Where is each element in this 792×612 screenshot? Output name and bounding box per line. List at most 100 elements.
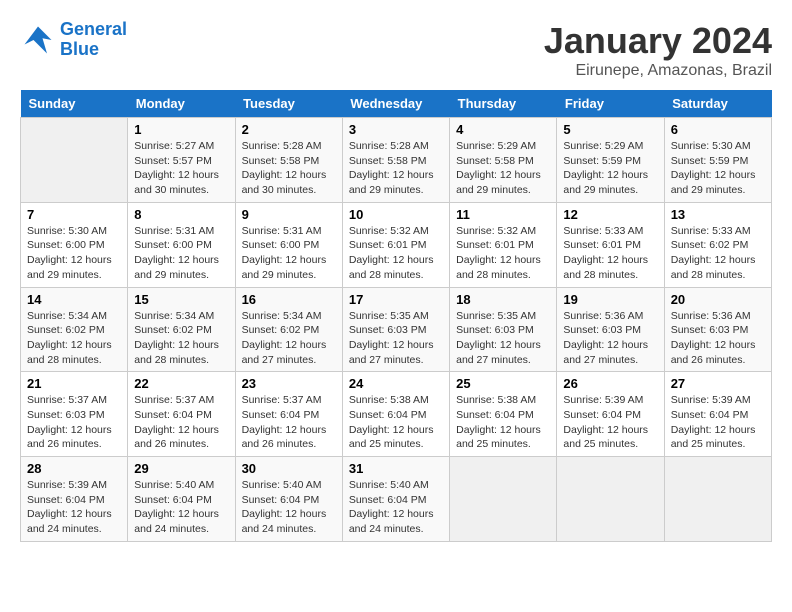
day-info: Sunrise: 5:40 AM Sunset: 6:04 PM Dayligh… xyxy=(242,478,336,537)
day-number: 9 xyxy=(242,207,336,222)
day-number: 18 xyxy=(456,292,550,307)
calendar-cell: 10 Sunrise: 5:32 AM Sunset: 6:01 PM Dayli… xyxy=(342,202,449,287)
calendar-cell: 24 Sunrise: 5:38 AM Sunset: 6:04 PM Dayli… xyxy=(342,372,449,457)
day-info: Sunrise: 5:32 AM Sunset: 6:01 PM Dayligh… xyxy=(349,224,443,283)
day-number: 6 xyxy=(671,122,765,137)
day-info: Sunrise: 5:32 AM Sunset: 6:01 PM Dayligh… xyxy=(456,224,550,283)
day-info: Sunrise: 5:35 AM Sunset: 6:03 PM Dayligh… xyxy=(349,309,443,368)
day-number: 7 xyxy=(27,207,121,222)
day-info: Sunrise: 5:37 AM Sunset: 6:04 PM Dayligh… xyxy=(134,393,228,452)
day-number: 15 xyxy=(134,292,228,307)
calendar-cell xyxy=(21,118,128,203)
day-number: 16 xyxy=(242,292,336,307)
day-number: 29 xyxy=(134,461,228,476)
day-info: Sunrise: 5:28 AM Sunset: 5:58 PM Dayligh… xyxy=(349,139,443,198)
calendar-cell: 31Sunrise: 5:40 AM Sunset: 6:04 PM Dayli… xyxy=(342,457,449,542)
page-header: GeneralBlue January 2024 Eirunepe, Amazo… xyxy=(20,20,772,80)
location-title: Eirunepe, Amazonas, Brazil xyxy=(544,62,772,80)
day-number: 10 xyxy=(349,207,443,222)
day-info: Sunrise: 5:31 AM Sunset: 6:00 PM Dayligh… xyxy=(134,224,228,283)
calendar-cell: 3Sunrise: 5:28 AM Sunset: 5:58 PM Daylig… xyxy=(342,118,449,203)
calendar-cell xyxy=(664,457,771,542)
day-info: Sunrise: 5:34 AM Sunset: 6:02 PM Dayligh… xyxy=(27,309,121,368)
day-info: Sunrise: 5:30 AM Sunset: 6:00 PM Dayligh… xyxy=(27,224,121,283)
calendar-cell xyxy=(557,457,664,542)
header-monday: Monday xyxy=(128,90,235,118)
day-number: 19 xyxy=(563,292,657,307)
day-info: Sunrise: 5:33 AM Sunset: 6:02 PM Dayligh… xyxy=(671,224,765,283)
calendar-cell: 2 Sunrise: 5:28 AM Sunset: 5:58 PM Daylig… xyxy=(235,118,342,203)
calendar-cell: 19 Sunrise: 5:36 AM Sunset: 6:03 PM Dayli… xyxy=(557,287,664,372)
day-info: Sunrise: 5:40 AM Sunset: 6:04 PM Dayligh… xyxy=(349,478,443,537)
calendar-cell: 25 Sunrise: 5:38 AM Sunset: 6:04 PM Dayli… xyxy=(450,372,557,457)
day-info: Sunrise: 5:34 AM Sunset: 6:02 PM Dayligh… xyxy=(242,309,336,368)
header-wednesday: Wednesday xyxy=(342,90,449,118)
calendar-week-1: 1 Sunrise: 5:27 AM Sunset: 5:57 PM Daylig… xyxy=(21,118,772,203)
logo-icon xyxy=(20,22,56,58)
day-info: Sunrise: 5:30 AM Sunset: 5:59 PM Dayligh… xyxy=(671,139,765,198)
day-number: 24 xyxy=(349,376,443,391)
day-number: 4 xyxy=(456,122,550,137)
calendar-cell: 9Sunrise: 5:31 AM Sunset: 6:00 PM Daylig… xyxy=(235,202,342,287)
day-info: Sunrise: 5:35 AM Sunset: 6:03 PM Dayligh… xyxy=(456,309,550,368)
title-area: January 2024 Eirunepe, Amazonas, Brazil xyxy=(544,20,772,80)
day-number: 20 xyxy=(671,292,765,307)
day-info: Sunrise: 5:29 AM Sunset: 5:58 PM Dayligh… xyxy=(456,139,550,198)
calendar-week-2: 7 Sunrise: 5:30 AM Sunset: 6:00 PM Daylig… xyxy=(21,202,772,287)
day-info: Sunrise: 5:40 AM Sunset: 6:04 PM Dayligh… xyxy=(134,478,228,537)
calendar-cell: 13 Sunrise: 5:33 AM Sunset: 6:02 PM Dayli… xyxy=(664,202,771,287)
day-info: Sunrise: 5:38 AM Sunset: 6:04 PM Dayligh… xyxy=(456,393,550,452)
day-number: 12 xyxy=(563,207,657,222)
day-info: Sunrise: 5:27 AM Sunset: 5:57 PM Dayligh… xyxy=(134,139,228,198)
day-number: 11 xyxy=(456,207,550,222)
calendar-cell: 29 Sunrise: 5:40 AM Sunset: 6:04 PM Dayli… xyxy=(128,457,235,542)
calendar-cell: 22 Sunrise: 5:37 AM Sunset: 6:04 PM Dayli… xyxy=(128,372,235,457)
header-thursday: Thursday xyxy=(450,90,557,118)
calendar-cell: 6 Sunrise: 5:30 AM Sunset: 5:59 PM Daylig… xyxy=(664,118,771,203)
day-info: Sunrise: 5:36 AM Sunset: 6:03 PM Dayligh… xyxy=(563,309,657,368)
day-number: 8 xyxy=(134,207,228,222)
logo: GeneralBlue xyxy=(20,20,127,60)
day-number: 28 xyxy=(27,461,121,476)
day-info: Sunrise: 5:39 AM Sunset: 6:04 PM Dayligh… xyxy=(27,478,121,537)
header-friday: Friday xyxy=(557,90,664,118)
calendar-cell: 1 Sunrise: 5:27 AM Sunset: 5:57 PM Daylig… xyxy=(128,118,235,203)
calendar-week-3: 14Sunrise: 5:34 AM Sunset: 6:02 PM Dayli… xyxy=(21,287,772,372)
logo-text: GeneralBlue xyxy=(60,20,127,60)
day-info: Sunrise: 5:36 AM Sunset: 6:03 PM Dayligh… xyxy=(671,309,765,368)
day-number: 30 xyxy=(242,461,336,476)
day-number: 25 xyxy=(456,376,550,391)
calendar-cell: 4 Sunrise: 5:29 AM Sunset: 5:58 PM Daylig… xyxy=(450,118,557,203)
calendar-cell: 15 Sunrise: 5:34 AM Sunset: 6:02 PM Dayli… xyxy=(128,287,235,372)
calendar-cell: 14Sunrise: 5:34 AM Sunset: 6:02 PM Dayli… xyxy=(21,287,128,372)
day-number: 5 xyxy=(563,122,657,137)
day-info: Sunrise: 5:29 AM Sunset: 5:59 PM Dayligh… xyxy=(563,139,657,198)
calendar-cell xyxy=(450,457,557,542)
calendar-cell: 16 Sunrise: 5:34 AM Sunset: 6:02 PM Dayli… xyxy=(235,287,342,372)
calendar-week-4: 21Sunrise: 5:37 AM Sunset: 6:03 PM Dayli… xyxy=(21,372,772,457)
calendar-cell: 18 Sunrise: 5:35 AM Sunset: 6:03 PM Dayli… xyxy=(450,287,557,372)
month-title: January 2024 xyxy=(544,20,772,62)
calendar-cell: 26Sunrise: 5:39 AM Sunset: 6:04 PM Dayli… xyxy=(557,372,664,457)
day-number: 17 xyxy=(349,292,443,307)
day-number: 22 xyxy=(134,376,228,391)
calendar-header-row: SundayMondayTuesdayWednesdayThursdayFrid… xyxy=(21,90,772,118)
calendar-cell: 28 Sunrise: 5:39 AM Sunset: 6:04 PM Dayli… xyxy=(21,457,128,542)
day-info: Sunrise: 5:38 AM Sunset: 6:04 PM Dayligh… xyxy=(349,393,443,452)
day-info: Sunrise: 5:37 AM Sunset: 6:03 PM Dayligh… xyxy=(27,393,121,452)
day-number: 27 xyxy=(671,376,765,391)
calendar-cell: 27 Sunrise: 5:39 AM Sunset: 6:04 PM Dayli… xyxy=(664,372,771,457)
calendar-table: SundayMondayTuesdayWednesdayThursdayFrid… xyxy=(20,90,772,542)
day-info: Sunrise: 5:34 AM Sunset: 6:02 PM Dayligh… xyxy=(134,309,228,368)
calendar-cell: 7 Sunrise: 5:30 AM Sunset: 6:00 PM Daylig… xyxy=(21,202,128,287)
day-number: 13 xyxy=(671,207,765,222)
day-number: 2 xyxy=(242,122,336,137)
day-info: Sunrise: 5:39 AM Sunset: 6:04 PM Dayligh… xyxy=(671,393,765,452)
calendar-cell: 5 Sunrise: 5:29 AM Sunset: 5:59 PM Daylig… xyxy=(557,118,664,203)
header-saturday: Saturday xyxy=(664,90,771,118)
calendar-cell: 8 Sunrise: 5:31 AM Sunset: 6:00 PM Daylig… xyxy=(128,202,235,287)
calendar-cell: 12Sunrise: 5:33 AM Sunset: 6:01 PM Dayli… xyxy=(557,202,664,287)
day-number: 1 xyxy=(134,122,228,137)
calendar-cell: 30 Sunrise: 5:40 AM Sunset: 6:04 PM Dayli… xyxy=(235,457,342,542)
day-info: Sunrise: 5:28 AM Sunset: 5:58 PM Dayligh… xyxy=(242,139,336,198)
